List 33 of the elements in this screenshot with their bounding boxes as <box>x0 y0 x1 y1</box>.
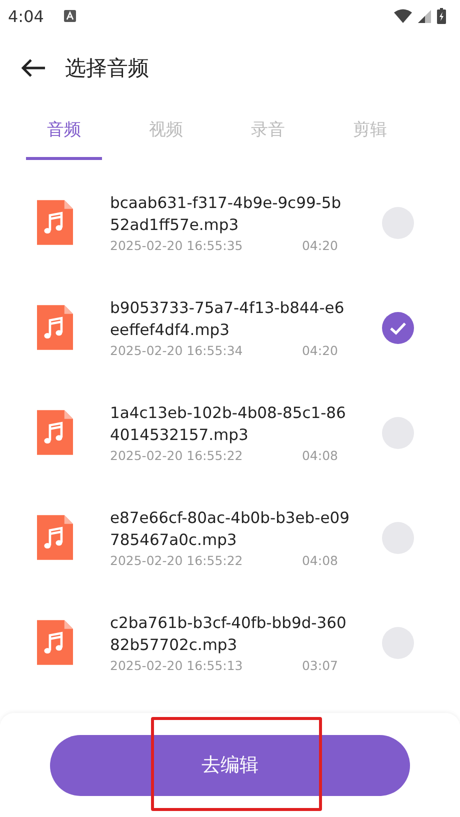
file-date: 2025-02-20 16:55:22 <box>110 448 243 463</box>
tab[interactable]: 视频 <box>115 104 217 160</box>
music-file-icon <box>37 617 73 668</box>
edit-button[interactable]: 去编辑 <box>50 734 410 796</box>
file-name: c2ba761b-b3cf-40fb-bb9d-36082b57702c.mp3 <box>110 613 348 656</box>
music-file-icon <box>37 302 73 353</box>
checked-radio[interactable] <box>382 312 414 344</box>
music-file-icon <box>37 407 73 458</box>
page-title: 选择音频 <box>65 55 149 82</box>
status-time: 4:04 <box>8 6 44 26</box>
keyboard-notification-icon <box>64 10 76 22</box>
file-duration: 04:20 <box>302 343 338 358</box>
music-file-icon <box>37 197 73 248</box>
tab[interactable]: 剪辑 <box>319 104 421 160</box>
tab[interactable]: 录音 <box>217 104 319 160</box>
file-duration: 04:08 <box>302 448 338 463</box>
file-date: 2025-02-20 16:55:35 <box>110 238 243 253</box>
file-date: 2025-02-20 16:55:22 <box>110 553 243 568</box>
battery-icon <box>437 8 446 24</box>
tab[interactable]: 音频 <box>26 104 102 160</box>
music-file-icon <box>37 512 73 563</box>
signal-icon <box>418 10 431 22</box>
wifi-icon <box>394 9 412 23</box>
file-duration: 03:07 <box>302 658 338 673</box>
file-name: e87e66cf-80ac-4b0b-b3eb-e09785467a0c.mp3 <box>110 508 350 551</box>
file-name: b9053733-75a7-4f13-b844-e6eeffef4df4.mp3 <box>110 298 346 341</box>
file-duration: 04:20 <box>302 238 338 253</box>
file-name: 1a4c13eb-102b-4b08-85c1-864014532157.mp3 <box>110 403 347 446</box>
file-duration: 04:08 <box>302 553 338 568</box>
file-date: 2025-02-20 16:55:13 <box>110 658 243 673</box>
back-arrow-icon[interactable] <box>20 58 46 78</box>
file-name: bcaab631-f317-4b9e-9c99-5b52ad1ff57e.mp3 <box>110 193 342 236</box>
file-date: 2025-02-20 16:55:34 <box>110 343 243 358</box>
